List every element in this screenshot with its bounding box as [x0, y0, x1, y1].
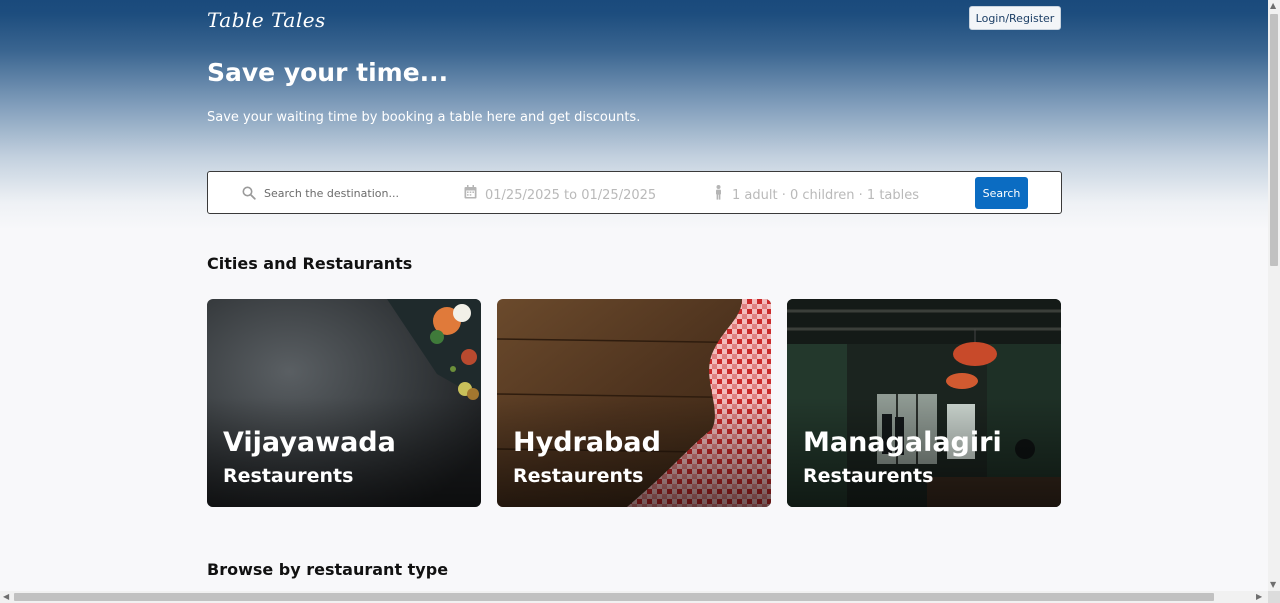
logo[interactable]: Table Tales: [207, 8, 326, 32]
city-name: Hydrabad: [513, 427, 661, 458]
calendar-icon: [464, 185, 477, 199]
date-range-field[interactable]: 01/25/2025 to 01/25/2025: [485, 188, 656, 203]
person-icon: [714, 185, 723, 200]
scrollbar-corner: [1268, 591, 1280, 603]
search-bar: 01/25/2025 to 01/25/2025 1 adult · 0 chi…: [207, 171, 1062, 214]
city-label: Restaurents: [513, 465, 644, 487]
city-label: Restaurents: [803, 465, 934, 487]
browse-section-title: Browse by restaurant type: [207, 560, 449, 579]
guests-field[interactable]: 1 adult · 0 children · 1 tables: [732, 188, 919, 203]
vertical-scroll-thumb[interactable]: [1270, 14, 1278, 266]
destination-input[interactable]: [264, 184, 444, 202]
page: Table Tales Login/Register Save your tim…: [0, 0, 1268, 591]
city-card-hydrabad[interactable]: Hydrabad Restaurents: [497, 299, 771, 507]
scroll-down-icon[interactable]: ▼: [1270, 579, 1276, 591]
hero-subtitle: Save your waiting time by booking a tabl…: [207, 110, 641, 125]
scroll-right-icon[interactable]: ▶: [1256, 591, 1262, 603]
horizontal-scrollbar[interactable]: ◀ ▶: [0, 591, 1268, 603]
scroll-left-icon[interactable]: ◀: [3, 591, 9, 603]
cities-section-title: Cities and Restaurants: [207, 254, 413, 273]
city-card-vijayawada[interactable]: Vijayawada Restaurents: [207, 299, 481, 507]
vertical-scrollbar[interactable]: ▲ ▼: [1268, 0, 1280, 591]
city-card-managalagiri[interactable]: Managalagiri Restaurents: [787, 299, 1061, 507]
hero-title: Save your time...: [207, 58, 449, 87]
horizontal-scroll-thumb[interactable]: [14, 593, 1214, 601]
city-label: Restaurents: [223, 465, 354, 487]
search-icon: [242, 186, 256, 200]
city-name: Vijayawada: [223, 427, 396, 458]
scroll-up-icon[interactable]: ▲: [1270, 0, 1276, 12]
city-name: Managalagiri: [803, 427, 1002, 458]
search-button[interactable]: Search: [975, 177, 1028, 209]
login-register-button[interactable]: Login/Register: [969, 6, 1061, 30]
